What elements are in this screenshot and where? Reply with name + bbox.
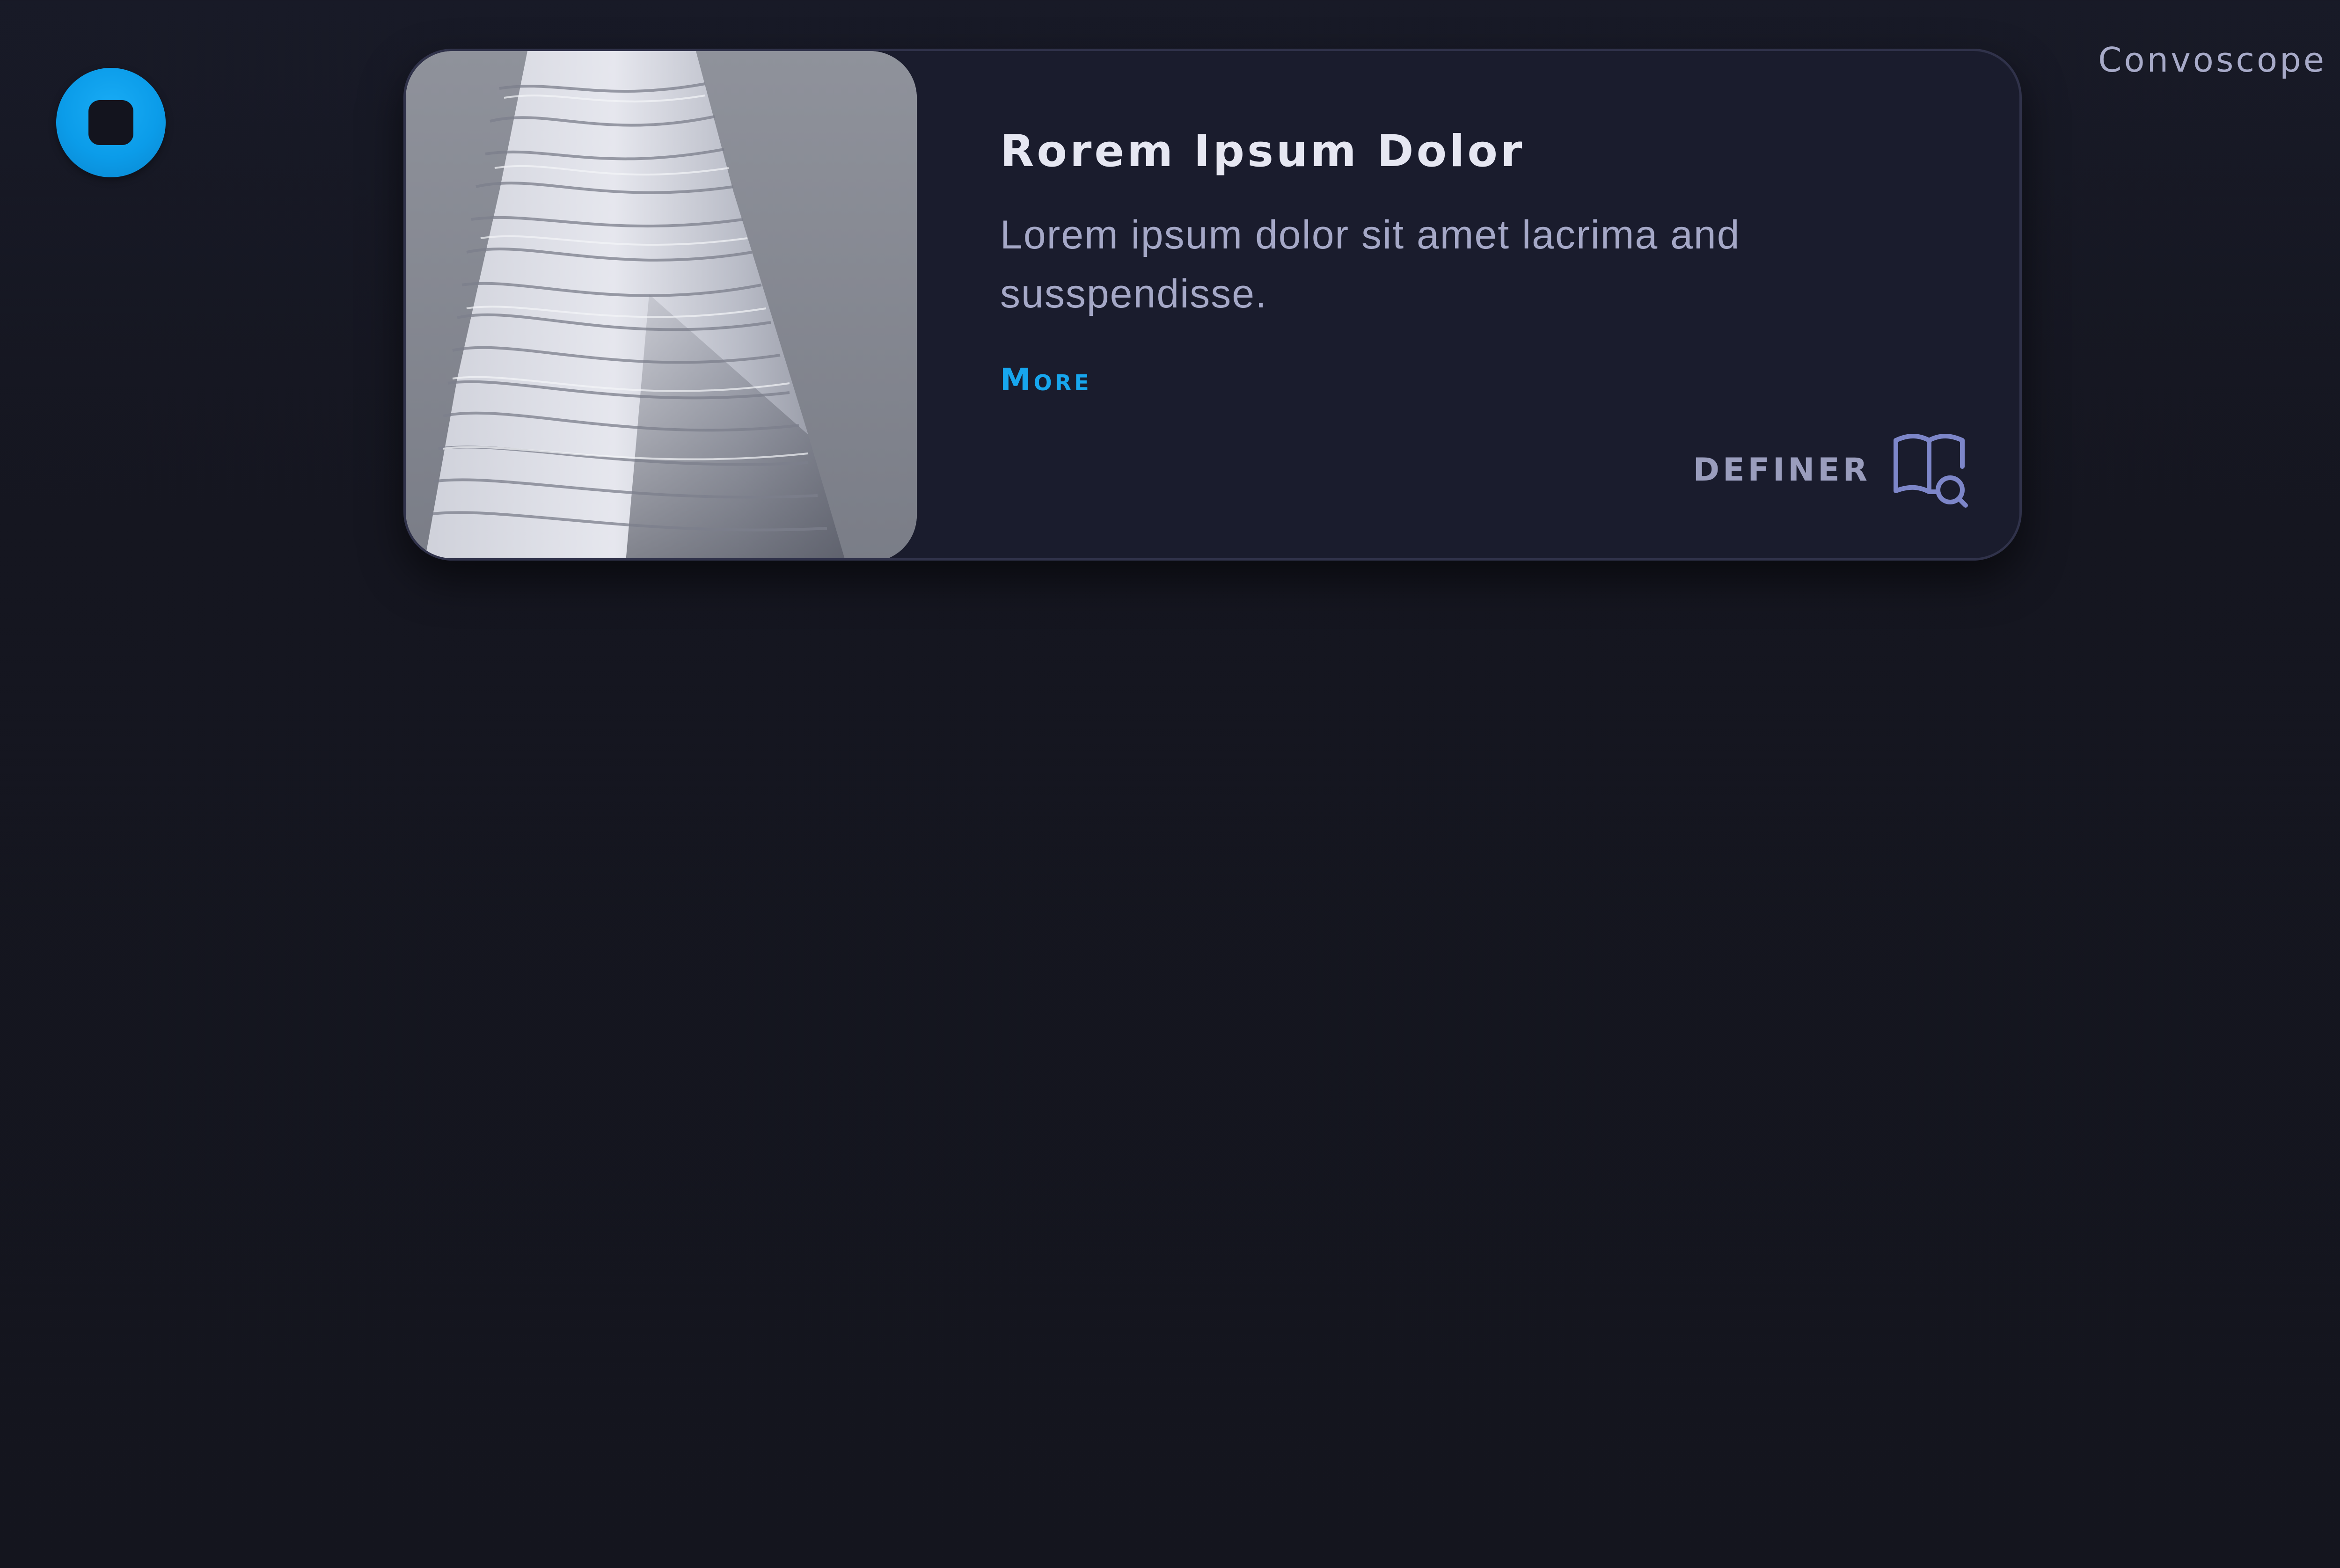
card-title: Rorem Ipsum Dolor — [1000, 126, 1525, 177]
stop-icon — [88, 100, 133, 145]
card-description: Lorem ipsum dolor sit amet lacrima and s… — [1000, 212, 1740, 316]
book-search-icon — [1889, 430, 1969, 510]
definer-label: DEFINER — [1693, 451, 1871, 489]
brand-logo: Convoscope — [2098, 40, 2326, 80]
more-link[interactable]: More — [1000, 362, 1092, 398]
building-image — [406, 51, 917, 558]
definer-button[interactable]: DEFINER — [1693, 430, 1969, 510]
record-stop-button[interactable] — [56, 68, 166, 177]
definition-card: Rorem Ipsum Dolor Lorem ipsum dolor sit … — [403, 49, 2022, 561]
